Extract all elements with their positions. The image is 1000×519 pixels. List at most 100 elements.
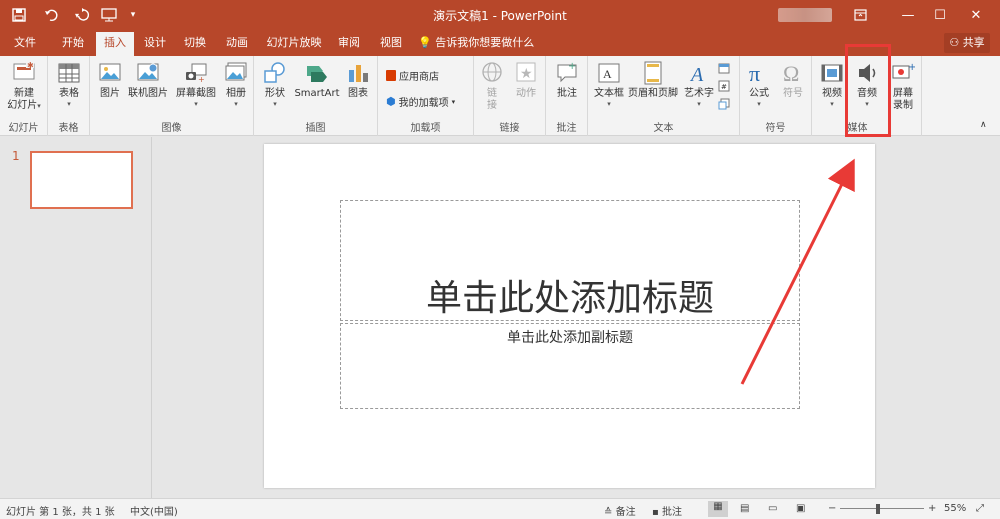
object-button[interactable] [718, 98, 730, 110]
svg-text:+: + [198, 75, 205, 84]
audio-highlight-box [845, 44, 891, 137]
photo-album-icon [225, 62, 247, 81]
collapse-ribbon-icon[interactable]: ∧ [980, 120, 987, 130]
my-addins-icon: ⬢ [386, 95, 396, 108]
tab-design[interactable]: 设计 [138, 30, 172, 56]
comment-button[interactable]: + 批注 [552, 60, 582, 100]
zoom-slider[interactable] [840, 508, 924, 509]
tab-review[interactable]: 审阅 [334, 30, 364, 56]
link-button[interactable]: 链 接 [478, 60, 506, 112]
group-tables: 表格 ▾ 表格 [48, 56, 90, 136]
group-text: A 文本框 ▾ 页眉和页脚 A 艺术字 ▾ # 文本 [588, 56, 740, 136]
shapes-button[interactable]: 形状 ▾ [260, 60, 290, 109]
chevron-down-icon: ▾ [67, 100, 71, 108]
header-footer-label: 页眉和页脚 [628, 88, 678, 99]
new-slide-label: 新建 [14, 88, 34, 99]
shapes-label: 形状 [265, 88, 285, 99]
group-illustrations: 形状 ▾ SmartArt 图表 插图 [254, 56, 378, 136]
online-picture-label: 联机图片 [128, 88, 168, 99]
tab-home[interactable]: 开始 [54, 30, 92, 56]
equation-label: 公式 [749, 88, 769, 99]
maximize-icon[interactable]: ☐ [920, 0, 960, 30]
tab-animations[interactable]: 动画 [220, 30, 254, 56]
symbol-button[interactable]: Ω 符号 [778, 60, 808, 100]
textbox-label: 文本框 [594, 88, 624, 99]
slide-info: 幻灯片 第 1 张，共 1 张 [6, 507, 115, 518]
store-button[interactable]: 应用商店 [386, 68, 439, 83]
notes-button[interactable]: ≙ 备注 [604, 503, 636, 518]
textbox-button[interactable]: A 文本框 ▾ [592, 60, 626, 109]
zoom-level[interactable]: 55% [944, 503, 966, 514]
date-time-button[interactable] [718, 62, 730, 74]
comment-label: 批注 [557, 88, 577, 99]
chevron-down-icon: ▾ [607, 100, 611, 108]
my-addins-label: 我的加载项 [398, 98, 449, 109]
chevron-down-icon: ▾ [697, 100, 701, 108]
video-icon [821, 64, 843, 82]
chart-icon [349, 65, 368, 82]
share-button[interactable]: ⚇ 共享 [944, 33, 990, 53]
header-footer-button[interactable]: 页眉和页脚 [626, 60, 680, 100]
share-label: 共享 [962, 36, 985, 49]
zoom-in-icon[interactable]: + [928, 503, 936, 514]
my-addins-button[interactable]: ⬢ 我的加载项 ▾ [386, 94, 455, 109]
action-button[interactable]: ★ 动作 [510, 60, 542, 100]
subtitle-placeholder[interactable]: 单击此处添加副标题 [340, 323, 800, 409]
chevron-down-icon: ▾ [451, 97, 456, 106]
slide-number-icon: # [718, 80, 730, 92]
online-picture-icon [137, 63, 159, 81]
video-button[interactable]: 视频 ▾ [818, 60, 846, 109]
tab-insert[interactable]: 插入 [96, 32, 134, 56]
close-icon[interactable]: ✕ [956, 0, 996, 30]
equation-button[interactable]: π 公式 ▾ [744, 60, 774, 109]
smartart-button[interactable]: SmartArt [292, 60, 342, 100]
group-label-tables: 表格 [58, 123, 79, 134]
tell-me-box[interactable]: 💡 告诉我你想要做什么 [418, 30, 534, 56]
title-placeholder[interactable]: 单击此处添加标题 [340, 200, 800, 321]
smartart-label: SmartArt [294, 88, 340, 99]
group-label-comments: 批注 [556, 123, 577, 134]
person-icon: ⚇ [949, 36, 960, 49]
language-indicator[interactable]: 中文(中国) [130, 503, 178, 518]
zoom-slider-thumb[interactable] [876, 504, 880, 514]
new-slide-button[interactable]: ✱ 新建 幻灯片▾ [4, 60, 44, 112]
comment-icon: + [557, 61, 577, 83]
tab-file[interactable]: 文件 [6, 30, 44, 56]
zoom-out-icon[interactable]: − [828, 503, 836, 514]
photo-album-label: 相册 [226, 88, 246, 99]
online-picture-button[interactable]: 联机图片 [126, 60, 170, 100]
chart-button[interactable]: 图表 [344, 60, 372, 100]
chart-label: 图表 [348, 88, 368, 99]
svg-text:✱: ✱ [27, 61, 34, 70]
svg-text:Ω: Ω [783, 61, 799, 86]
comments-button[interactable]: ▪ 批注 [652, 503, 682, 518]
chevron-down-icon: ▾ [757, 100, 761, 108]
screen-recording-label-2: 录制 [893, 100, 913, 111]
screen-recording-button[interactable]: + 屏幕 录制 [888, 60, 918, 112]
fit-slide-icon[interactable]: ⤢ [976, 503, 984, 514]
group-label-images: 图像 [161, 123, 182, 134]
group-label-text: 文本 [653, 123, 674, 134]
tab-transitions[interactable]: 切换 [178, 30, 212, 56]
photo-album-button[interactable]: 相册 ▾ [222, 60, 250, 109]
ribbon-display-options-icon[interactable] [840, 0, 880, 30]
slide-sorter-icon[interactable]: ▤ [740, 503, 749, 514]
picture-icon [99, 63, 121, 81]
screenshot-button[interactable]: + 屏幕截图 ▾ [172, 60, 220, 109]
action-label: 动作 [516, 88, 536, 99]
slide-thumbnail[interactable] [30, 151, 133, 209]
group-addins: 应用商店 ⬢ 我的加载项 ▾ 加载项 [378, 56, 474, 136]
table-button[interactable]: 表格 ▾ [54, 60, 84, 109]
chevron-down-icon: ▾ [273, 100, 277, 108]
slide-number-button[interactable]: # [718, 80, 730, 92]
tab-slideshow[interactable]: 幻灯片放映 [262, 30, 326, 56]
normal-view-icon[interactable]: ▦ [708, 501, 728, 517]
tab-view[interactable]: 视图 [374, 30, 408, 56]
slideshow-view-icon[interactable]: ▣ [796, 503, 805, 514]
user-name-blurred[interactable] [778, 8, 832, 22]
picture-button[interactable]: 图片 [96, 60, 124, 100]
reading-view-icon[interactable]: ▭ [768, 503, 777, 514]
slide-thumbnail-number: 1 [12, 149, 20, 163]
wordart-button[interactable]: A 艺术字 ▾ [682, 60, 716, 109]
slide-canvas[interactable]: 单击此处添加标题 单击此处添加副标题 [264, 144, 875, 488]
